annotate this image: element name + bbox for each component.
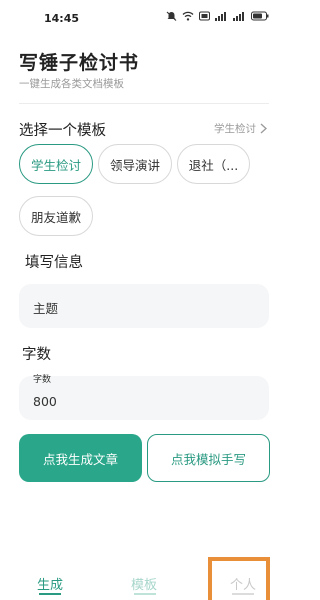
status-icons — [166, 11, 269, 21]
page-subtitle: 一键生成各类文档模板 — [19, 78, 124, 90]
chevron-right-icon — [260, 123, 267, 134]
template-chip-student[interactable]: 学生检讨 — [19, 144, 93, 184]
status-time: 14:45 — [44, 12, 80, 25]
tab-generate[interactable]: 生成 — [37, 574, 63, 593]
word-count-field[interactable]: 字数 800 — [19, 375, 269, 420]
page-title: 写锤子检讨书 — [19, 52, 140, 74]
tab-template-indicator — [134, 593, 156, 595]
current-template-label: 学生检讨 — [214, 123, 256, 135]
signal-icon-1 — [215, 12, 226, 21]
tab-generate-indicator — [39, 593, 61, 595]
word-count-value: 800 — [33, 394, 57, 409]
current-template-link[interactable]: 学生检讨 — [214, 121, 267, 136]
template-chip-leader-speech[interactable]: 领导演讲 — [98, 144, 172, 184]
signal-icon-2 — [233, 12, 244, 21]
template-section-title: 选择一个模板 — [19, 123, 106, 139]
generate-article-button[interactable]: 点我生成文章 — [19, 434, 142, 482]
template-chip-quit-club[interactable]: 退社（... — [177, 144, 250, 184]
topic-field[interactable]: 主题 — [19, 284, 269, 328]
word-count-title: 字数 — [22, 347, 51, 363]
info-section-title: 填写信息 — [25, 255, 83, 271]
header-divider — [19, 103, 269, 104]
mute-icon — [166, 11, 177, 21]
profile-tab-highlight — [208, 557, 270, 600]
wifi-icon — [182, 11, 194, 21]
word-count-field-label: 字数 — [33, 375, 52, 385]
simulate-handwriting-button[interactable]: 点我模拟手写 — [147, 434, 270, 482]
status-bar: 14:45 — [0, 0, 289, 36]
topic-placeholder: 主题 — [33, 301, 59, 316]
template-chip-friend-apology[interactable]: 朋友道歉 — [19, 196, 93, 236]
battery-icon — [251, 11, 269, 21]
hd-icon — [199, 11, 210, 21]
tab-template[interactable]: 模板 — [131, 574, 157, 593]
